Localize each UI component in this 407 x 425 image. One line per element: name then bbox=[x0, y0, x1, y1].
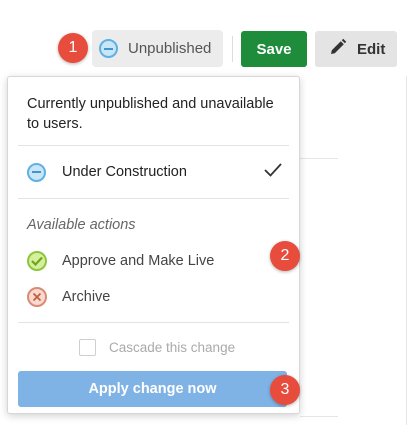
publish-status-dropdown: Currently unpublished and unavailable to… bbox=[7, 76, 300, 414]
archive-x-icon bbox=[27, 287, 47, 307]
available-actions-heading: Available actions bbox=[27, 217, 136, 233]
edit-button-label: Edit bbox=[357, 40, 386, 58]
background-divider bbox=[300, 416, 338, 417]
approve-check-icon bbox=[27, 251, 47, 271]
background-divider bbox=[300, 158, 338, 159]
status-description: Currently unpublished and unavailable to… bbox=[27, 96, 274, 132]
callout-marker-1: 1 bbox=[58, 33, 88, 63]
dropdown-divider bbox=[18, 145, 289, 146]
current-state-label: Under Construction bbox=[62, 164, 187, 180]
action-label: Approve and Make Live bbox=[62, 253, 215, 269]
edit-button[interactable]: Edit bbox=[315, 31, 397, 67]
publish-status-label: Unpublished bbox=[128, 40, 212, 57]
toolbar-divider bbox=[232, 36, 233, 62]
cascade-checkbox[interactable] bbox=[79, 339, 96, 356]
publish-status-button[interactable]: Unpublished bbox=[92, 30, 223, 67]
unpublished-status-icon bbox=[99, 39, 118, 58]
under-construction-icon bbox=[27, 162, 46, 182]
dropdown-divider bbox=[18, 198, 289, 199]
callout-marker-2: 2 bbox=[270, 241, 300, 271]
callout-marker-3: 3 bbox=[270, 375, 300, 405]
dropdown-divider bbox=[18, 322, 289, 323]
current-state-item: Under Construction bbox=[27, 161, 282, 183]
cascade-label: Cascade this change bbox=[109, 340, 236, 355]
checkmark-icon bbox=[264, 162, 282, 183]
action-approve-and-make-live[interactable]: Approve and Make Live bbox=[27, 250, 214, 272]
action-archive[interactable]: Archive bbox=[27, 286, 110, 308]
cascade-option[interactable]: Cascade this change bbox=[79, 339, 235, 356]
action-label: Archive bbox=[62, 289, 111, 305]
save-button[interactable]: Save bbox=[241, 31, 307, 67]
pencil-icon bbox=[329, 38, 347, 60]
apply-change-button[interactable]: Apply change now bbox=[18, 371, 287, 407]
